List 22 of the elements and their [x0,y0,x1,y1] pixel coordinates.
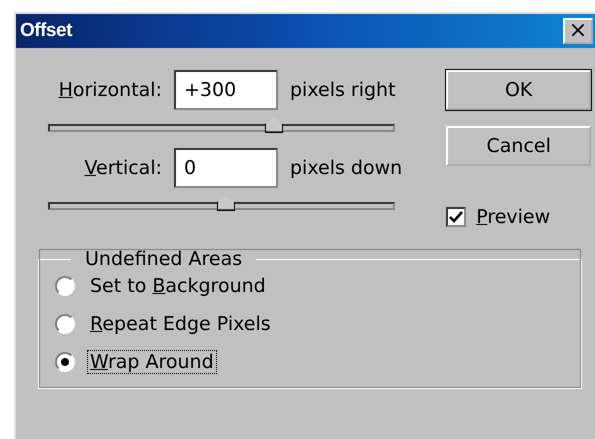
unit-label: pixels right [290,79,396,101]
window-title: Offset [20,20,72,42]
radio-label[interactable]: Wrap Around [87,350,217,374]
radio-label[interactable]: Repeat Edge Pixels [87,312,274,336]
checkbox[interactable] [446,207,466,227]
radio-button[interactable] [55,352,75,372]
checkmark-icon [449,211,464,223]
field-label: Horizontal: [58,79,162,101]
unit-label: pixels down [290,157,402,179]
field-label: Vertical: [83,157,162,179]
radio-button[interactable] [55,314,75,334]
dialog-button[interactable]: Cancel [446,126,592,166]
input-field[interactable]: 0 [174,148,278,188]
radio-button[interactable] [55,276,75,296]
close-button[interactable]: × [563,18,593,44]
slider-thumb[interactable] [264,118,283,133]
group-title: Undefined Areas [84,248,244,270]
slider-thumb[interactable] [216,196,235,211]
radio-label[interactable]: Set to Background [87,274,269,298]
preview-checkbox[interactable]: Preview [446,206,592,228]
dialog-button[interactable]: OK [446,70,592,110]
input-field[interactable]: +300 [174,70,278,110]
